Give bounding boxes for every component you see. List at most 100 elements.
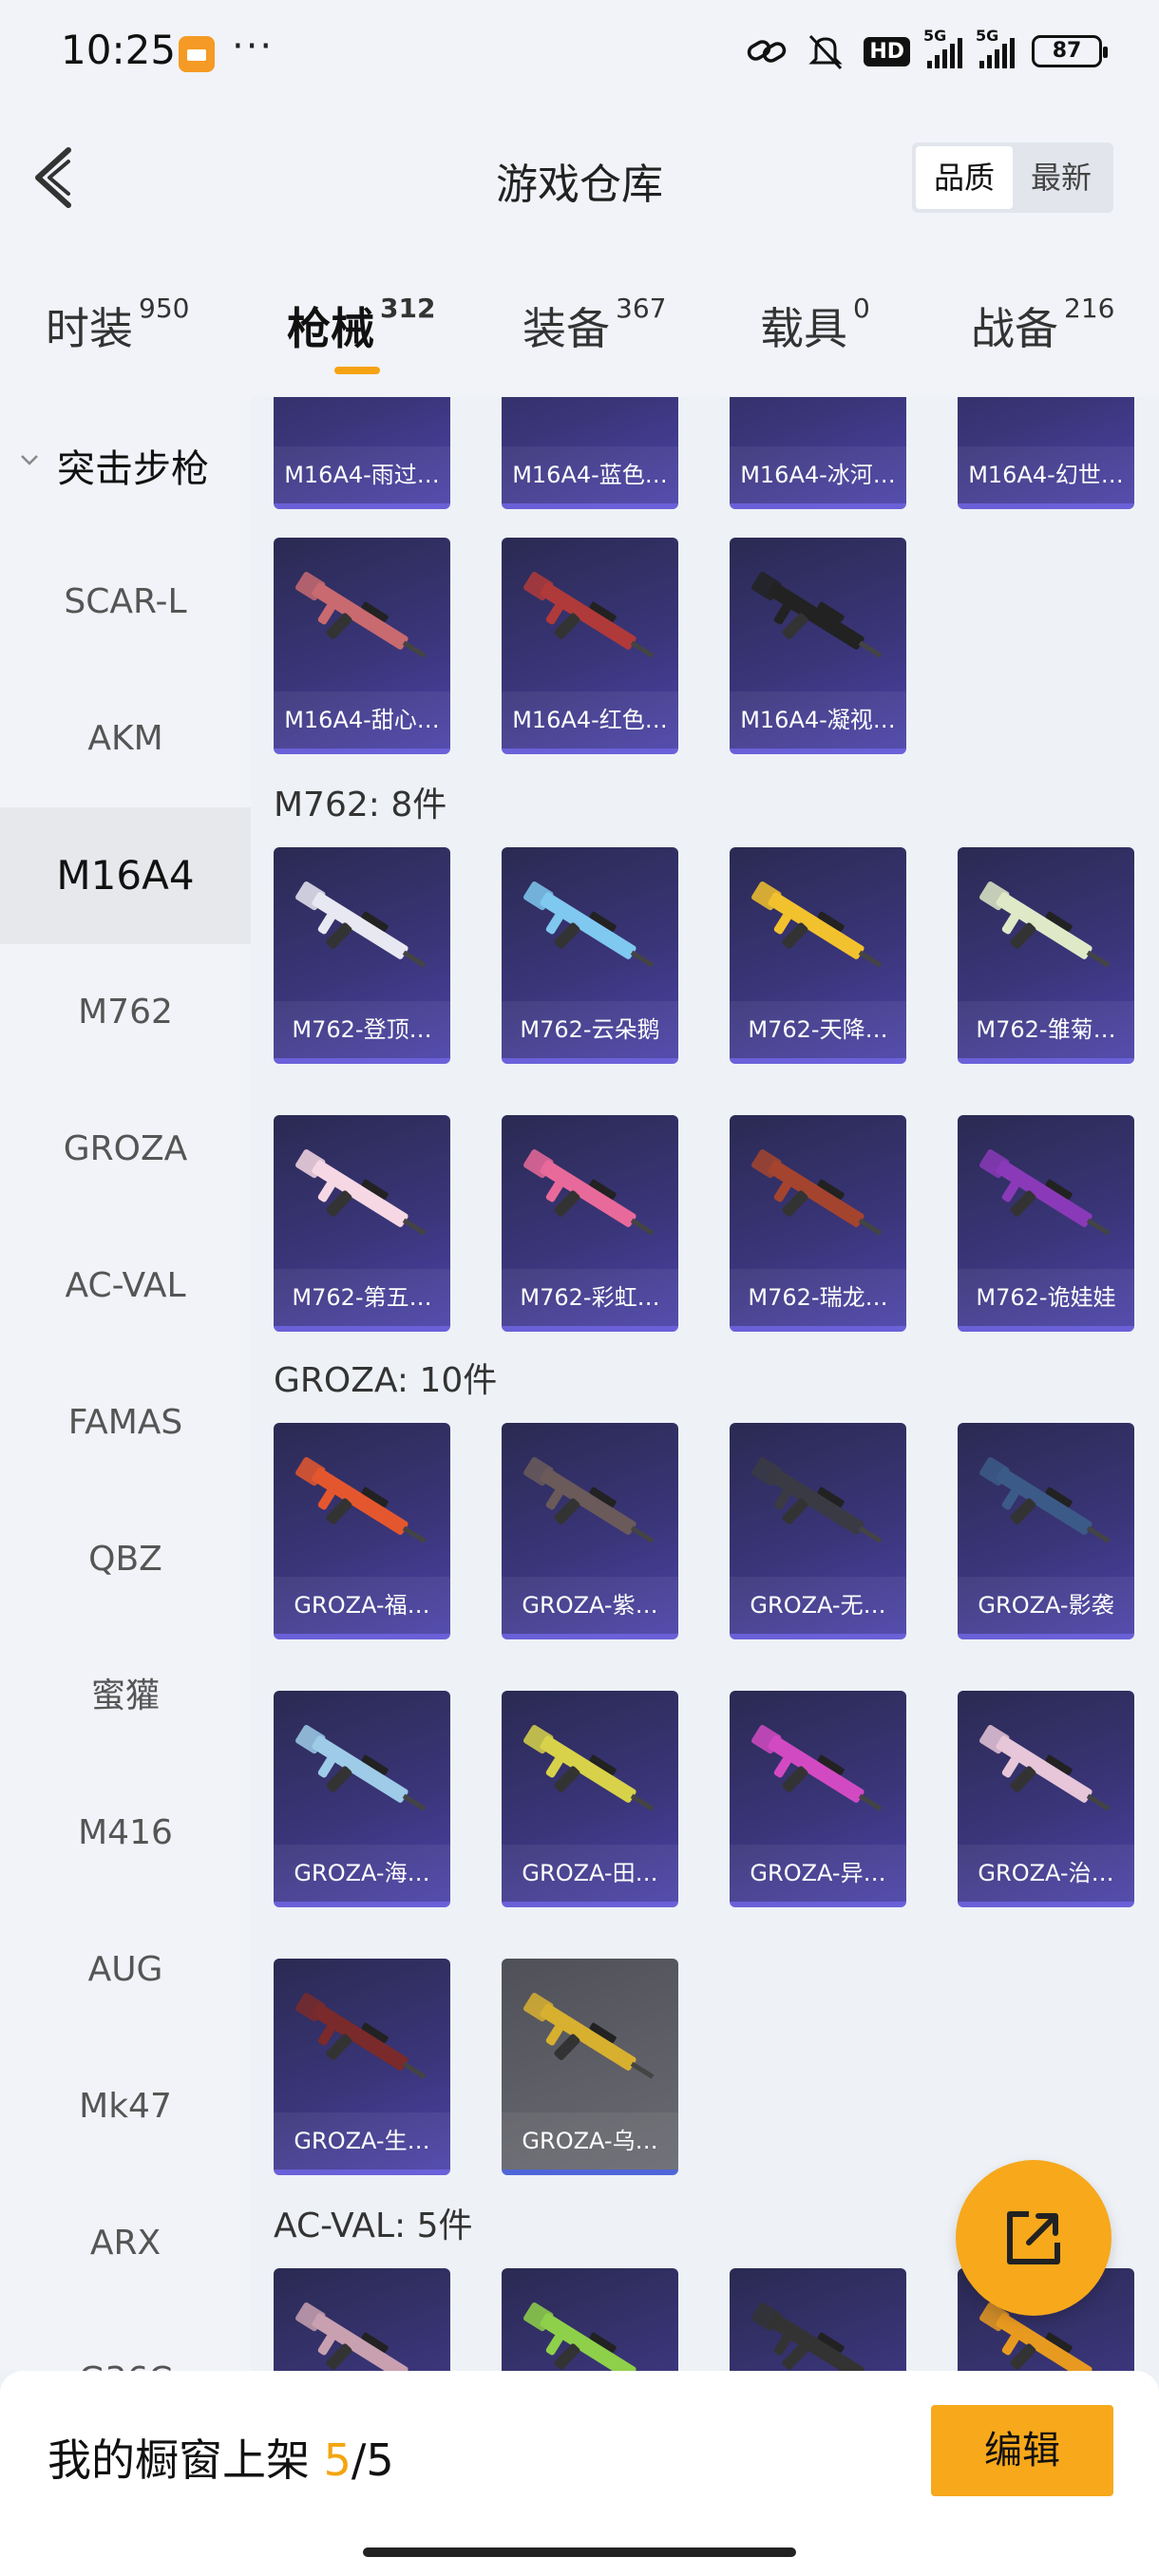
weapon-card-label: GROZA-影袭: [958, 1577, 1134, 1634]
sidebar-item-honey-badger[interactable]: 蜜獾: [0, 1628, 251, 1765]
weapon-card-label: GROZA-海…: [274, 1845, 450, 1902]
weapon-card-label: GROZA-田…: [502, 1845, 678, 1902]
rifle-icon: [523, 1457, 655, 1544]
sidebar-item-qbz[interactable]: QBZ: [0, 1491, 251, 1628]
weapon-card-label: M762-雏菊…: [958, 1001, 1134, 1058]
weapon-card-label: M16A4-蓝色…: [502, 446, 678, 503]
weapon-card[interactable]: M762-彩虹…: [502, 1115, 678, 1332]
sidebar-item-ac-val[interactable]: AC-VAL: [0, 1218, 251, 1354]
rifle-icon: [751, 1149, 883, 1236]
rifle-icon: [295, 881, 427, 968]
weapon-card-label: M16A4-幻世…: [958, 446, 1134, 503]
weapon-card[interactable]: GROZA-生…: [274, 1959, 450, 2175]
weapon-card[interactable]: GROZA-福…: [274, 1423, 450, 1639]
sidebar-item-m416[interactable]: M416: [0, 1765, 251, 1902]
rifle-icon: [751, 881, 883, 968]
weapon-card[interactable]: GROZA-田…: [502, 1691, 678, 1907]
weapon-card-label: M762-云朵鹅: [502, 1001, 678, 1058]
weapon-card-label: GROZA-无…: [730, 1577, 906, 1634]
weapon-card[interactable]: M762-登顶…: [274, 847, 450, 1064]
rifle-icon: [295, 1457, 427, 1544]
weapon-card[interactable]: [502, 2268, 678, 2371]
sidebar-group-assault-rifles[interactable]: 突击步枪: [0, 397, 251, 534]
weapon-card[interactable]: GROZA-海…: [274, 1691, 450, 1907]
weapon-card[interactable]: M762-第五…: [274, 1115, 450, 1332]
weapon-card[interactable]: GROZA-影袭: [958, 1423, 1134, 1639]
tab-equipment[interactable]: 装备 367: [522, 293, 666, 357]
weapon-card[interactable]: M16A4-甜心…: [274, 538, 450, 754]
share-button[interactable]: [956, 2160, 1112, 2316]
weapon-card[interactable]: GROZA-治…: [958, 1691, 1134, 1907]
weapon-card[interactable]: [730, 2268, 906, 2371]
weapon-card-label: M762-瑞龙…: [730, 1269, 906, 1326]
weapon-card[interactable]: M16A4-冰河…: [730, 397, 906, 509]
section-title-ac-val: AC-VAL: 5件: [274, 2207, 473, 2245]
edit-button[interactable]: 编辑: [931, 2405, 1113, 2496]
weapon-sidebar: 突击步枪 SCAR-L AKM M16A4 M762 GROZA AC-VAL …: [0, 397, 251, 2371]
weapon-card-label: M762-登顶…: [274, 1001, 450, 1058]
sort-quality-button[interactable]: 品质: [916, 146, 1013, 209]
sidebar-item-g36c[interactable]: G36C: [0, 2312, 251, 2371]
weapon-card-label: GROZA-福…: [274, 1577, 450, 1634]
rifle-icon: [523, 881, 655, 968]
sidebar-item-m762[interactable]: M762: [0, 944, 251, 1081]
sidebar-item-groza[interactable]: GROZA: [0, 1081, 251, 1218]
rifle-icon: [523, 572, 655, 658]
weapon-card-label: M762-诡娃娃: [958, 1269, 1134, 1326]
sidebar-item-m16a4[interactable]: M16A4: [0, 807, 251, 944]
weapon-card-label: M762-天降…: [730, 1001, 906, 1058]
weapon-card[interactable]: M16A4-雨过…: [274, 397, 450, 509]
weapon-card[interactable]: GROZA-无…: [730, 1423, 906, 1639]
sidebar-item-arx[interactable]: ARX: [0, 2175, 251, 2312]
rifle-icon: [523, 2302, 636, 2371]
rifle-icon: [751, 1725, 883, 1811]
signal-icon: 5G: [923, 27, 962, 68]
chevron-down-icon: [21, 455, 38, 465]
weapon-card[interactable]: GROZA-异…: [730, 1691, 906, 1907]
status-bar: 10:25 ··· HD 5G 5G 87: [0, 0, 1159, 104]
weapon-card-label: M16A4-甜心…: [274, 691, 450, 748]
weapon-card[interactable]: M16A4-蓝色…: [502, 397, 678, 509]
weapon-card[interactable]: GROZA-紫…: [502, 1423, 678, 1639]
weapon-card[interactable]: M762-雏菊…: [958, 847, 1134, 1064]
battery-icon: 87: [1032, 35, 1108, 67]
weapon-card-label: GROZA-乌…: [502, 2112, 678, 2169]
category-tabs: 时装 950 枪械 312 装备 367 载具 0 战备 216: [0, 247, 1159, 397]
sort-toggle: 品质 最新: [912, 142, 1113, 213]
weapon-card[interactable]: M762-瑞龙…: [730, 1115, 906, 1332]
weapon-card[interactable]: M16A4-红色…: [502, 538, 678, 754]
rifle-icon: [295, 572, 427, 658]
sidebar-item-akm[interactable]: AKM: [0, 671, 251, 807]
weapon-card[interactable]: GROZA-乌…: [502, 1959, 678, 2175]
rifle-icon: [979, 881, 1111, 968]
section-title-groza: GROZA: 10件: [274, 1361, 498, 1400]
weapon-card-label: GROZA-治…: [958, 1845, 1134, 1902]
rifle-icon: [523, 1993, 655, 2079]
rifle-icon: [979, 1725, 1111, 1811]
weapon-card[interactable]: M762-诡娃娃: [958, 1115, 1134, 1332]
weapon-card-label: M16A4-红色…: [502, 691, 678, 748]
link-icon: [746, 32, 788, 70]
sidebar-item-scar-l[interactable]: SCAR-L: [0, 534, 251, 671]
tab-guns[interactable]: 枪械 312: [287, 293, 435, 374]
weapon-card[interactable]: M16A4-幻世…: [958, 397, 1134, 509]
weapon-card[interactable]: [274, 2268, 450, 2371]
rifle-icon: [295, 1149, 427, 1236]
hd-badge: HD: [864, 36, 910, 66]
sort-newest-button[interactable]: 最新: [1013, 146, 1110, 209]
rifle-icon: [523, 1725, 655, 1811]
weapon-card[interactable]: M762-天降…: [730, 847, 906, 1064]
home-indicator: [363, 2548, 796, 2557]
sidebar-item-aug[interactable]: AUG: [0, 1902, 251, 2038]
tab-fashion[interactable]: 时装 950: [46, 293, 189, 357]
weapon-card[interactable]: M16A4-凝视…: [730, 538, 906, 754]
tab-battle-prep[interactable]: 战备 216: [971, 293, 1114, 357]
weapon-card-label: M16A4-凝视…: [730, 691, 906, 748]
tab-vehicles[interactable]: 载具 0: [760, 293, 870, 357]
signal-icon: 5G: [976, 27, 1015, 68]
sidebar-item-famas[interactable]: FAMAS: [0, 1354, 251, 1491]
weapon-card[interactable]: M762-云朵鹅: [502, 847, 678, 1064]
sidebar-item-mk47[interactable]: Mk47: [0, 2038, 251, 2175]
showcase-status: 我的橱窗上架 5/5: [48, 2434, 394, 2486]
weapon-card-label: GROZA-生…: [274, 2112, 450, 2169]
